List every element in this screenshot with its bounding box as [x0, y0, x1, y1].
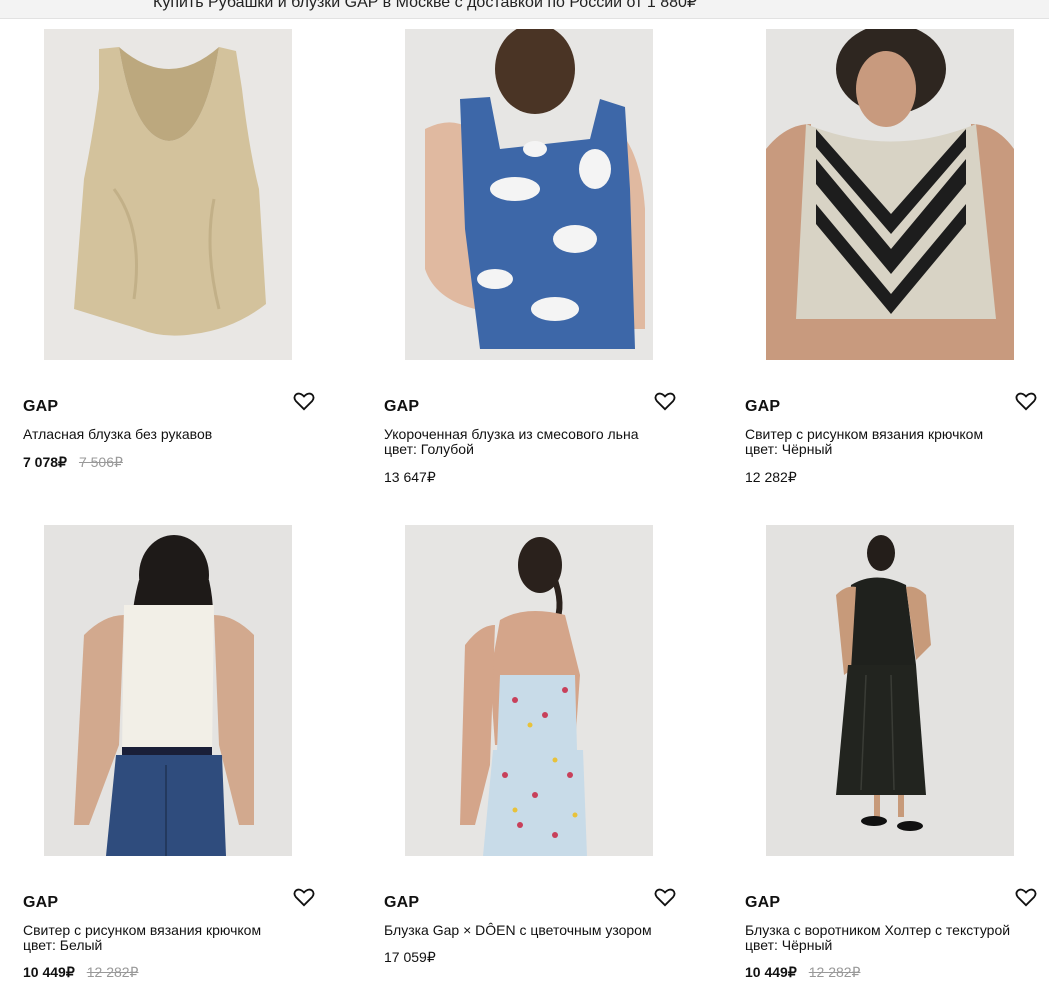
product-color: цвет: Чёрный: [745, 937, 833, 953]
product-card[interactable]: GAP Атласная блузка без рукавов 7 078₽ 7 …: [23, 29, 353, 489]
product-card[interactable]: GAP Блузка с воротником Холтер с текстур…: [745, 525, 1049, 982]
product-name[interactable]: Блузка с воротником Холтер с текстурой: [745, 923, 1049, 938]
current-price: 10 449₽: [23, 964, 75, 980]
current-price: 17 059₽: [384, 949, 436, 965]
product-title[interactable]: Атласная блузка без рукавов: [23, 427, 333, 442]
product-color: цвет: Чёрный: [745, 441, 833, 457]
current-price: 13 647₽: [384, 469, 436, 485]
product-brand[interactable]: GAP: [23, 894, 58, 912]
page-heading: Купить Рубашки и блузки GAP в Москве с д…: [153, 0, 698, 11]
product-image[interactable]: [405, 525, 653, 856]
product-brand[interactable]: GAP: [745, 398, 780, 416]
product-card[interactable]: GAP Свитер с рисунком вязания крючком цв…: [745, 29, 1049, 489]
product-price: 12 282₽: [745, 469, 809, 486]
old-price: 7 506₽: [78, 454, 123, 470]
favorite-heart-icon[interactable]: [1015, 887, 1037, 907]
product-name[interactable]: Укороченная блузка из смесового льна: [384, 427, 694, 442]
favorite-heart-icon[interactable]: [293, 391, 315, 411]
product-brand[interactable]: GAP: [23, 398, 58, 416]
current-price: 7 078₽: [23, 454, 67, 470]
product-name[interactable]: Свитер с рисунком вязания крючком: [23, 923, 333, 938]
current-price: 12 282₽: [745, 469, 797, 485]
product-card[interactable]: GAP Укороченная блузка из смесового льна…: [384, 29, 714, 489]
favorite-heart-icon[interactable]: [654, 391, 676, 411]
product-card[interactable]: GAP Блузка Gap × DÔEN с цветочным узором…: [384, 525, 714, 982]
product-price: 13 647₽: [384, 469, 448, 486]
product-title[interactable]: Блузка с воротником Холтер с текстурой ц…: [745, 923, 1049, 953]
product-price: 10 449₽ 12 282₽: [745, 964, 860, 981]
product-color: цвет: Голубой: [384, 441, 474, 457]
product-price: 10 449₽ 12 282₽: [23, 964, 138, 981]
product-name[interactable]: Атласная блузка без рукавов: [23, 427, 333, 442]
product-color: цвет: Белый: [23, 937, 103, 953]
current-price: 10 449₽: [745, 964, 797, 980]
product-image[interactable]: [766, 29, 1014, 360]
product-image[interactable]: [405, 29, 653, 360]
product-brand[interactable]: GAP: [745, 894, 780, 912]
product-title[interactable]: Укороченная блузка из смесового льна цве…: [384, 427, 694, 457]
product-name[interactable]: Свитер с рисунком вязания крючком: [745, 427, 1049, 442]
product-card[interactable]: GAP Свитер с рисунком вязания крючком цв…: [23, 525, 353, 982]
product-image[interactable]: [44, 525, 292, 856]
favorite-heart-icon[interactable]: [1015, 391, 1037, 411]
old-price: 12 282₽: [808, 964, 861, 980]
product-brand[interactable]: GAP: [384, 398, 419, 416]
product-image[interactable]: [44, 29, 292, 360]
product-price: 17 059₽: [384, 949, 448, 966]
favorite-heart-icon[interactable]: [654, 887, 676, 907]
product-image[interactable]: [766, 525, 1014, 856]
product-title[interactable]: Блузка Gap × DÔEN с цветочным узором: [384, 923, 694, 938]
product-title[interactable]: Свитер с рисунком вязания крючком цвет: …: [23, 923, 333, 953]
product-price: 7 078₽ 7 506₽: [23, 454, 123, 471]
product-brand[interactable]: GAP: [384, 894, 419, 912]
product-title[interactable]: Свитер с рисунком вязания крючком цвет: …: [745, 427, 1049, 457]
product-name[interactable]: Блузка Gap × DÔEN с цветочным узором: [384, 923, 694, 938]
favorite-heart-icon[interactable]: [293, 887, 315, 907]
old-price: 12 282₽: [86, 964, 139, 980]
page-heading-bar: Купить Рубашки и блузки GAP в Москве с д…: [0, 0, 1049, 19]
